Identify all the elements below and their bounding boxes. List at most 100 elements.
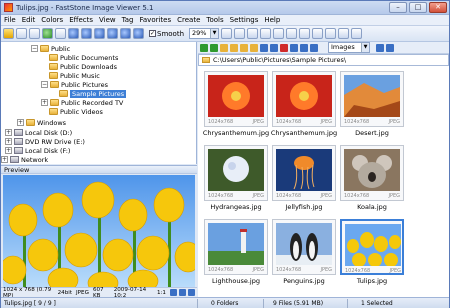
tree-item-public-videos[interactable]: Public Videos — [49, 107, 103, 116]
status-files: 9 Files (5.91 MB) — [273, 300, 324, 307]
thumbnail-dims: 1024x768 — [276, 193, 302, 199]
open-folder-icon[interactable] — [3, 28, 14, 39]
menu-effects[interactable]: Effects — [66, 16, 96, 24]
thumbnail-lighthouse[interactable]: 1024x768 JPEG Lighthouse.jpg — [202, 217, 270, 289]
preview-header: Preview — [1, 165, 197, 174]
back-icon[interactable] — [200, 43, 208, 52]
thumbnail-dims: 1024x768 — [208, 193, 234, 199]
last-icon[interactable] — [107, 28, 118, 39]
thumbnail-chrysanthemum-1[interactable]: 1024x768 JPEG Chrysanthemum.jpg — [202, 69, 270, 141]
draw-icon[interactable] — [325, 28, 337, 39]
thumbnail-type: JPEG — [388, 119, 400, 125]
color-icon[interactable] — [299, 28, 311, 39]
settings-icon[interactable] — [351, 28, 363, 39]
address-path: C:\Users\Public\Pictures\Sample Pictures… — [213, 56, 347, 64]
tree-item-network[interactable]: + Network — [1, 155, 48, 164]
menu-view[interactable]: View — [96, 16, 119, 24]
menu-create[interactable]: Create — [174, 16, 203, 24]
forward-icon[interactable] — [210, 43, 218, 52]
thumbnail-chrysanthemum-2[interactable]: 1024x768 JPEG Chrysanthemum.jpg — [270, 69, 338, 141]
tree-item-public-pictures[interactable]: − Public Pictures — [41, 80, 108, 89]
thumbnail-desert[interactable]: 1024x768 JPEG Desert.jpg — [338, 69, 406, 141]
previous-icon[interactable] — [68, 28, 79, 39]
details-view-icon[interactable] — [386, 43, 394, 52]
thumbnail-size-icon[interactable] — [310, 43, 318, 52]
smooth-label: Smooth — [157, 29, 185, 38]
preview-fit-icon[interactable] — [170, 289, 177, 296]
grid-view-icon[interactable] — [376, 43, 384, 52]
thumbnail-name: Hydrangeas.jpg — [210, 203, 262, 211]
move-to-icon[interactable] — [250, 43, 258, 52]
thumbnail-type: JPEG — [389, 268, 401, 274]
rotate-right-icon[interactable] — [260, 28, 272, 39]
menu-favorites[interactable]: Favorites — [137, 16, 175, 24]
menu-tools[interactable]: Tools — [203, 16, 226, 24]
view-mode-select[interactable]: Images ▼ — [328, 42, 370, 53]
thumbnail-tulips[interactable]: 1024x768 JPEG Tulips.jpg — [338, 217, 406, 289]
browse-icon[interactable] — [16, 28, 27, 39]
email-icon[interactable] — [55, 28, 66, 39]
maximize-button[interactable]: □ — [409, 2, 427, 13]
delete-icon[interactable] — [280, 43, 288, 52]
thumbnail-koala[interactable]: 1024x768 JPEG Koala.jpg — [338, 143, 406, 215]
thumbnail-image — [345, 224, 401, 266]
refresh-icon[interactable] — [260, 43, 268, 52]
tree-item-windows[interactable]: + Windows — [17, 118, 66, 127]
folder-up-icon[interactable] — [220, 43, 228, 52]
thumbnail-jellyfish[interactable]: 1024x768 JPEG Jellyfish.jpg — [270, 143, 338, 215]
thumbnail-penguins[interactable]: 1024x768 JPEG Penguins.jpg — [270, 217, 338, 289]
red-eye-icon[interactable] — [312, 28, 324, 39]
menu-file[interactable]: File — [1, 16, 19, 24]
resize-icon[interactable] — [286, 28, 298, 39]
filter-icon[interactable] — [300, 43, 308, 52]
address-bar[interactable]: C:\Users\Public\Pictures\Sample Pictures… — [198, 54, 449, 66]
thumbnail-hydrangeas[interactable]: 1024x768 JPEG Hydrangeas.jpg — [202, 143, 270, 215]
preview-image[interactable] — [3, 175, 195, 287]
slideshow-icon[interactable] — [42, 28, 53, 39]
new-folder-icon[interactable] — [230, 43, 238, 52]
next-icon[interactable] — [81, 28, 92, 39]
title-bar[interactable]: Tulips.jpg - FastStone Image Viewer 5.1 … — [1, 1, 449, 15]
thumbnail-grid: 1024x768 JPEG Chrysanthemum.jpg 1024x768 J… — [198, 66, 449, 297]
thumbnail-image — [208, 149, 264, 191]
zoom-in-icon[interactable] — [120, 28, 131, 39]
preview-prev-icon[interactable] — [179, 289, 186, 296]
copy-to-icon[interactable] — [240, 43, 248, 52]
zoom-out-icon[interactable] — [133, 28, 144, 39]
tree-item-dvd-drive-e[interactable]: + DVD RW Drive (E:) — [5, 137, 85, 146]
compare-icon[interactable] — [338, 28, 350, 39]
first-icon[interactable] — [94, 28, 105, 39]
folder-icon — [49, 108, 58, 115]
menu-help[interactable]: Help — [261, 16, 283, 24]
select-all-icon[interactable] — [270, 43, 278, 52]
tree-item-public[interactable]: − Public — [31, 44, 70, 53]
tree-item-public-recorded-tv[interactable]: + Public Recorded TV — [41, 98, 123, 107]
tree-item-public-music[interactable]: Public Music — [49, 71, 100, 80]
preview-next-icon[interactable] — [188, 289, 195, 296]
minimize-button[interactable]: – — [389, 2, 407, 13]
close-button[interactable]: ✕ — [429, 2, 447, 13]
tree-item-public-documents[interactable]: Public Documents — [49, 53, 118, 62]
actual-size-icon[interactable] — [234, 28, 246, 39]
zoom-select[interactable]: 29% ▼ — [189, 28, 220, 39]
smooth-checkbox[interactable]: ✓ — [149, 30, 156, 37]
tree-item-local-disk-f[interactable]: + Local Disk (F:) — [5, 146, 70, 155]
fullscreen-icon[interactable] — [29, 28, 40, 39]
rotate-left-icon[interactable] — [247, 28, 259, 39]
menu-tag[interactable]: Tag — [119, 16, 137, 24]
tree-item-local-disk-d[interactable]: + Local Disk (D:) — [5, 128, 72, 137]
menu-edit[interactable]: Edit — [19, 16, 39, 24]
thumbnail-type: JPEG — [320, 267, 332, 273]
menu-settings[interactable]: Settings — [227, 16, 262, 24]
tree-item-sample-pictures[interactable]: Sample Pictures — [59, 89, 127, 98]
chevron-down-icon: ▼ — [361, 43, 369, 52]
menu-colors[interactable]: Colors — [38, 16, 66, 24]
crop-icon[interactable] — [273, 28, 285, 39]
thumbnail-dims: 1024x768 — [344, 193, 370, 199]
sort-icon[interactable] — [290, 43, 298, 52]
tree-item-public-downloads[interactable]: Public Downloads — [49, 62, 117, 71]
folder-icon — [40, 45, 49, 52]
folder-tree[interactable]: − Public Public Documents Public Download… — [1, 42, 197, 164]
fit-icon[interactable] — [221, 28, 233, 39]
status-folders: 0 Folders — [211, 300, 239, 307]
